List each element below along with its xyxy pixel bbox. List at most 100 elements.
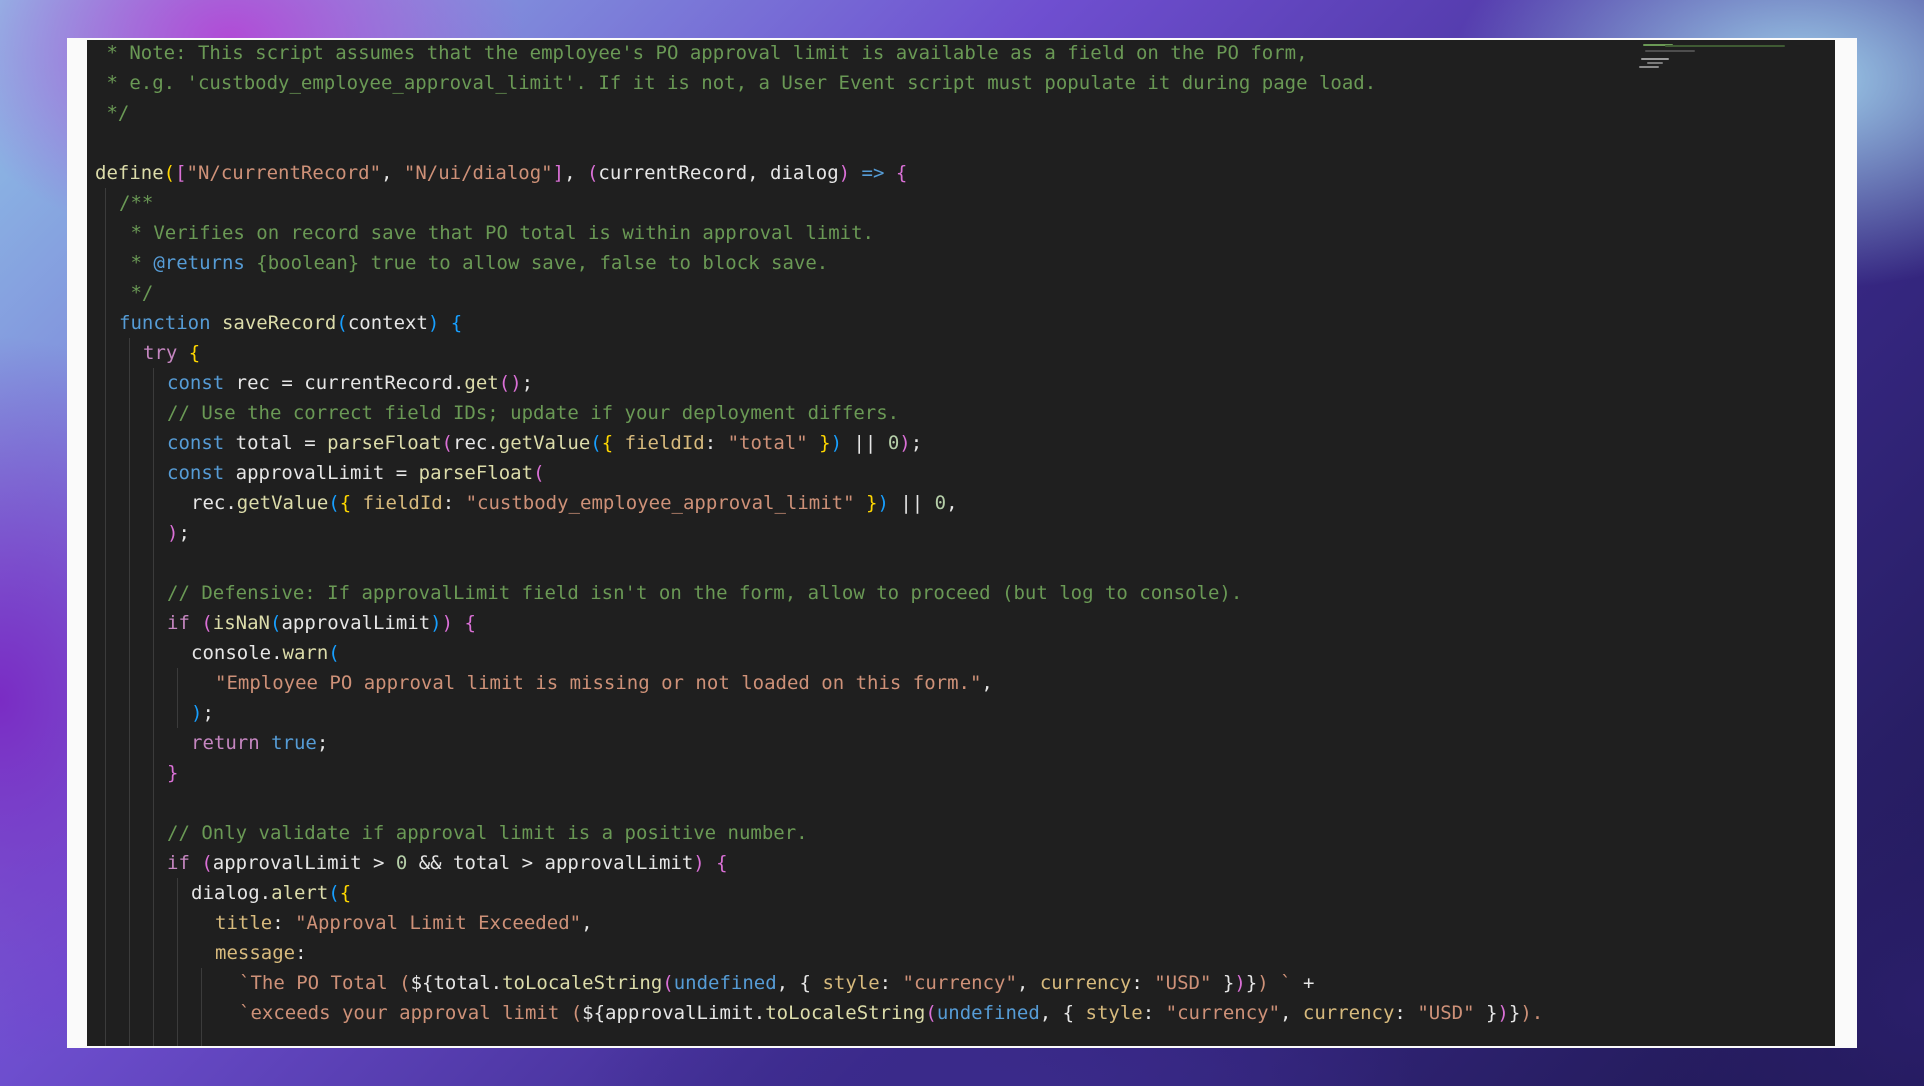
code-line[interactable]: return true; xyxy=(191,728,328,758)
code-token: ). xyxy=(1520,1002,1544,1024)
code-token: , xyxy=(381,162,404,184)
code-line[interactable]: if (approvalLimit > 0 && total > approva… xyxy=(167,848,728,878)
code-token: ) xyxy=(167,522,179,544)
code-token: ( xyxy=(925,1002,937,1024)
code-line[interactable]: // Use the correct field IDs; update if … xyxy=(167,398,899,428)
code-token: ( xyxy=(662,972,674,994)
code-line[interactable]: const rec = currentRecord.get(); xyxy=(167,368,533,398)
code-line[interactable]: * Verifies on record save that PO total … xyxy=(119,218,874,248)
code-token: , xyxy=(564,162,587,184)
code-token: const xyxy=(167,372,225,394)
code-token: toLocaleString xyxy=(765,1002,926,1024)
code-line[interactable]: * @returns {boolean} true to allow save,… xyxy=(119,248,828,278)
code-line[interactable]: } xyxy=(167,758,178,788)
code-token: ( xyxy=(163,162,176,184)
code-line[interactable]: if (isNaN(approvalLimit)) { xyxy=(167,608,476,638)
code-line[interactable]: */ xyxy=(119,278,153,308)
code-token: approvalLimit > xyxy=(212,852,396,874)
code-token: total = xyxy=(224,432,328,454)
code-token: rec. xyxy=(191,492,237,514)
code-editor[interactable]: * Note: This script assumes that the emp… xyxy=(87,40,1835,1046)
code-token: ; xyxy=(178,522,190,544)
code-line[interactable]: ); xyxy=(167,518,190,548)
code-token: "N/ui/dialog" xyxy=(403,162,553,184)
code-token: * e.g. 'custbody_employee_approval_limit… xyxy=(95,72,1377,94)
code-token: ( xyxy=(441,432,453,454)
code-token: { xyxy=(339,492,352,514)
code-token: try xyxy=(143,342,178,364)
code-token: dialog. xyxy=(191,882,272,904)
code-token: "currency" xyxy=(902,972,1017,994)
code-token: => xyxy=(861,162,885,184)
code-line[interactable]: // Defensive: If approvalLimit field isn… xyxy=(167,578,1242,608)
code-token: ; xyxy=(316,732,329,754)
code-token: ( xyxy=(201,612,213,634)
code-token: "USD" xyxy=(1417,1002,1475,1024)
indent-guide xyxy=(105,188,106,1046)
code-token: undefined xyxy=(673,972,777,994)
code-token: ( xyxy=(336,312,348,334)
code-token: ) xyxy=(191,702,203,724)
code-token: } xyxy=(1211,972,1235,994)
code-token: // Only validate if approval limit is a … xyxy=(167,822,808,844)
code-line[interactable]: ); xyxy=(191,698,214,728)
code-token: ) xyxy=(1497,1002,1509,1024)
code-token: currency xyxy=(1302,1002,1395,1024)
code-line[interactable]: */ xyxy=(95,98,129,128)
code-line[interactable]: const approvalLimit = parseFloat( xyxy=(167,458,545,488)
code-line[interactable]: console.warn( xyxy=(191,638,340,668)
code-token: style xyxy=(822,972,880,994)
code-line[interactable]: `The PO Total (${total.toLocaleString(un… xyxy=(239,968,1314,998)
code-token: ) xyxy=(693,852,705,874)
code-line[interactable]: define(["N/currentRecord", "N/ui/dialog"… xyxy=(95,158,907,188)
code-line[interactable]: rec.getValue({ fieldId: "custbody_employ… xyxy=(191,488,958,518)
code-line[interactable]: function saveRecord(context) { xyxy=(119,308,462,338)
code-line[interactable]: `exceeds your approval limit (${approval… xyxy=(239,998,1543,1028)
code-token: /** xyxy=(119,192,154,214)
code-token: ) xyxy=(838,162,851,184)
code-token: : xyxy=(879,972,903,994)
code-token: const xyxy=(167,432,225,454)
code-token: {boolean} true to allow save, false to b… xyxy=(244,252,829,274)
code-token: "N/currentRecord" xyxy=(186,162,382,184)
code-token: ; xyxy=(521,372,534,394)
minimap[interactable] xyxy=(1625,40,1835,100)
code-token: style xyxy=(1085,1002,1143,1024)
code-line[interactable]: * Note: This script assumes that the emp… xyxy=(95,40,1307,68)
code-token: && total > approvalLimit xyxy=(407,852,694,874)
code-token: function xyxy=(119,312,211,334)
code-line[interactable]: message: xyxy=(215,938,307,968)
code-token: ( xyxy=(328,882,340,904)
code-line[interactable]: /** xyxy=(119,188,153,218)
code-token: return xyxy=(191,732,260,754)
code-token: context xyxy=(347,312,428,334)
code-line[interactable]: try { xyxy=(143,338,200,368)
code-line[interactable]: * e.g. 'custbody_employee_approval_limit… xyxy=(95,68,1376,98)
code-token: "total" xyxy=(727,432,808,454)
code-token: ( xyxy=(328,492,340,514)
code-token: { xyxy=(464,612,476,634)
code-line[interactable]: dialog.alert({ xyxy=(191,878,351,908)
code-token: || xyxy=(888,492,935,514)
code-token: ( xyxy=(586,162,599,184)
code-token: "Employee PO approval limit is missing o… xyxy=(215,672,982,694)
code-token: ( xyxy=(590,432,602,454)
code-token: ) xyxy=(441,612,454,634)
code-token: parseFloat xyxy=(327,432,442,454)
code-token: ; xyxy=(910,432,923,454)
code-token: : xyxy=(295,942,307,964)
code-token: , { xyxy=(1039,1002,1086,1024)
code-token: : xyxy=(442,492,466,514)
indent-guide xyxy=(153,368,154,1046)
code-token: * Verifies on record save that PO total … xyxy=(119,222,874,244)
code-line[interactable]: title: "Approval Limit Exceeded", xyxy=(215,908,593,938)
code-token: undefined xyxy=(936,1002,1040,1024)
code-line[interactable]: const total = parseFloat(rec.getValue({ … xyxy=(167,428,922,458)
code-line[interactable]: // Only validate if approval limit is a … xyxy=(167,818,808,848)
code-line[interactable]: "Employee PO approval limit is missing o… xyxy=(215,668,993,698)
